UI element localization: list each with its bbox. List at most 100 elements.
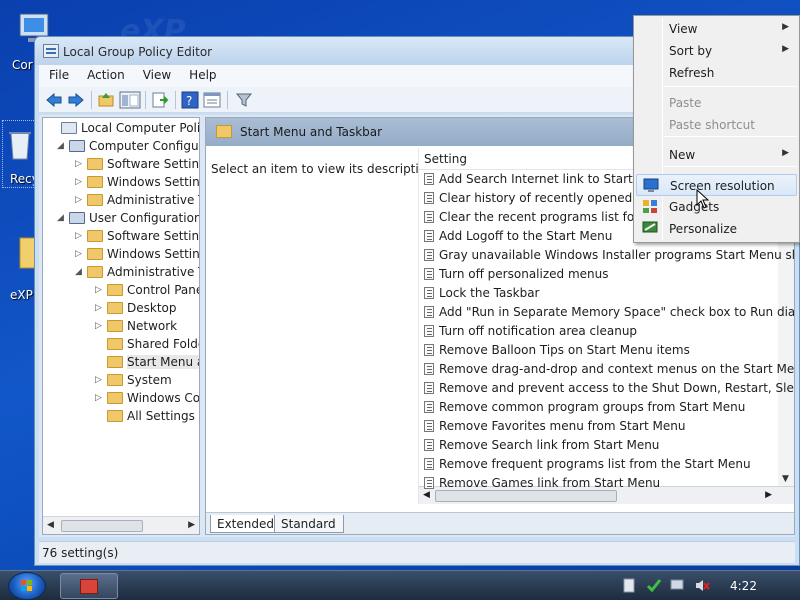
menu-file[interactable]: File: [39, 65, 77, 87]
tree-item[interactable]: ▷ Windows Setting: [43, 174, 199, 192]
folder-icon: [87, 158, 103, 170]
menu-view[interactable]: View: [133, 65, 179, 87]
scroll-right-icon[interactable]: ▶: [188, 520, 195, 530]
expand-arrow-icon[interactable]: ▷: [75, 159, 83, 169]
toolbar-separator: [91, 91, 92, 109]
policy-setting-icon: [424, 439, 434, 451]
setting-row[interactable]: Turn off personalized menus: [419, 265, 776, 284]
collapse-arrow-icon[interactable]: ◢: [75, 267, 83, 277]
taskbar: 4:22: [0, 570, 800, 600]
tree-item[interactable]: Local Computer Policy: [43, 120, 199, 138]
policy-setting-icon: [424, 249, 434, 261]
setting-name: Remove common program groups from Start …: [439, 400, 746, 414]
toolbar-separator: [227, 91, 228, 109]
taskbar-clock[interactable]: 4:22: [730, 579, 757, 593]
setting-row[interactable]: Remove and prevent access to the Shut Do…: [419, 379, 794, 398]
expand-arrow-icon[interactable]: ▷: [95, 285, 103, 295]
tree-item[interactable]: All Settings: [43, 408, 199, 426]
policy-setting-icon: [424, 192, 434, 204]
setting-row[interactable]: Remove Search link from Start Menu: [419, 436, 776, 455]
scroll-down-icon[interactable]: ▼: [782, 474, 789, 484]
back-arrow-icon[interactable]: [45, 91, 63, 109]
setting-row[interactable]: Lock the Taskbar: [419, 284, 776, 303]
expand-arrow-icon[interactable]: ▷: [95, 321, 103, 331]
menu-action[interactable]: Action: [77, 65, 133, 87]
scroll-thumb[interactable]: [61, 520, 143, 532]
tab-standard[interactable]: Standard: [274, 515, 344, 533]
tab-extended[interactable]: Extended: [210, 515, 282, 533]
setting-row[interactable]: Remove Games link from Start Menu: [419, 474, 776, 493]
expand-arrow-icon[interactable]: ▷: [75, 177, 83, 187]
setting-name: Remove frequent programs list from the S…: [439, 457, 751, 471]
tree-item[interactable]: ▷ Software Settings: [43, 156, 199, 174]
start-button[interactable]: [8, 572, 46, 600]
collapse-arrow-icon[interactable]: ◢: [57, 141, 65, 151]
expand-arrow-icon[interactable]: ▷: [75, 249, 83, 259]
properties-icon[interactable]: [203, 91, 221, 109]
context-menu-item-view[interactable]: View ▶: [636, 18, 797, 40]
setting-row[interactable]: Remove frequent programs list from the S…: [419, 455, 776, 474]
scroll-left-icon[interactable]: ◀: [47, 520, 54, 530]
expand-arrow-icon[interactable]: ▷: [75, 231, 83, 241]
forward-arrow-icon[interactable]: [67, 91, 85, 109]
tree-item[interactable]: Start Menu ar: [43, 354, 199, 372]
expand-arrow-icon[interactable]: ▷: [95, 303, 103, 313]
expand-arrow-icon[interactable]: ▷: [75, 195, 83, 205]
tree-horizontal-scrollbar[interactable]: ◀ ▶: [43, 516, 199, 534]
menu-help[interactable]: Help: [179, 65, 224, 87]
tree-item[interactable]: ▷ Software Settings: [43, 228, 199, 246]
context-menu-item-personalize[interactable]: Personalize: [636, 218, 797, 240]
setting-row[interactable]: Remove common program groups from Start …: [419, 398, 776, 417]
setting-row[interactable]: Gray unavailable Windows Installer progr…: [419, 246, 794, 265]
tree-item[interactable]: ▷ System: [43, 372, 199, 390]
setting-name: Turn off notification area cleanup: [439, 324, 638, 338]
expand-arrow-icon[interactable]: ▷: [95, 375, 103, 385]
tree-item[interactable]: ▷ Network: [43, 318, 199, 336]
context-menu-item-paste-shortcut[interactable]: Paste shortcut: [636, 114, 797, 136]
up-folder-icon[interactable]: [97, 91, 115, 109]
details-header-title: Start Menu and Taskbar: [240, 125, 383, 139]
setting-row[interactable]: Remove Favorites menu from Start Menu: [419, 417, 776, 436]
setting-row[interactable]: Remove Balloon Tips on Start Menu items: [419, 341, 776, 360]
help-icon[interactable]: ?: [181, 91, 199, 109]
tree-item[interactable]: Shared Folder: [43, 336, 199, 354]
action-center-icon[interactable]: [622, 578, 636, 593]
setting-name: Remove and prevent access to the Shut Do…: [439, 381, 795, 395]
context-menu-item-refresh[interactable]: Refresh: [636, 62, 797, 84]
tree-item[interactable]: ▷ Desktop: [43, 300, 199, 318]
context-menu-item-paste[interactable]: Paste: [636, 92, 797, 114]
tree-item[interactable]: ◢ Administrative Te: [43, 264, 199, 282]
setting-row[interactable]: Add "Run in Separate Memory Space" check…: [419, 303, 794, 322]
folder-icon: [216, 125, 232, 138]
tree-item[interactable]: ◢ Computer Configura: [43, 138, 199, 156]
taskbar-group-policy-button[interactable]: [60, 573, 118, 599]
tree-item[interactable]: ◢ User Configuration: [43, 210, 199, 228]
filter-icon[interactable]: [235, 91, 253, 109]
volume-muted-icon[interactable]: [694, 578, 710, 593]
export-list-icon[interactable]: [151, 91, 169, 109]
policy-node-icon: [61, 122, 77, 134]
setting-name: Gray unavailable Windows Installer progr…: [439, 248, 795, 262]
context-menu-item-new[interactable]: New ▶: [636, 144, 797, 166]
context-menu-item-sort-by[interactable]: Sort by ▶: [636, 40, 797, 62]
folder-icon: [87, 248, 103, 260]
network-icon[interactable]: [646, 578, 664, 593]
setting-row[interactable]: Turn off notification area cleanup: [419, 322, 776, 341]
show-hide-tree-icon[interactable]: [119, 91, 141, 109]
folder-icon: [87, 230, 103, 242]
tree-item[interactable]: ▷ Windows Cor: [43, 390, 199, 408]
policy-setting-icon: [424, 344, 434, 356]
expand-arrow-icon[interactable]: ▷: [95, 393, 103, 403]
collapse-arrow-icon[interactable]: ◢: [57, 213, 65, 223]
svg-text:?: ?: [186, 94, 192, 108]
tree-item[interactable]: ▷ Windows Setting: [43, 246, 199, 264]
setting-row[interactable]: Remove drag-and-drop and context menus o…: [419, 360, 794, 379]
context-menu-item-gadgets[interactable]: Gadgets: [636, 196, 797, 218]
recycle-bin-icon: [9, 132, 31, 160]
tree-item[interactable]: ▷ Administrative Te: [43, 192, 199, 210]
tree-item[interactable]: ▷ Control Panel: [43, 282, 199, 300]
tree-item-label: Local Computer Policy: [81, 121, 200, 135]
context-menu-item-screen-resolution[interactable]: Screen resolution: [636, 174, 797, 196]
folder-icon: [107, 410, 123, 422]
display-icon[interactable]: [670, 578, 684, 593]
